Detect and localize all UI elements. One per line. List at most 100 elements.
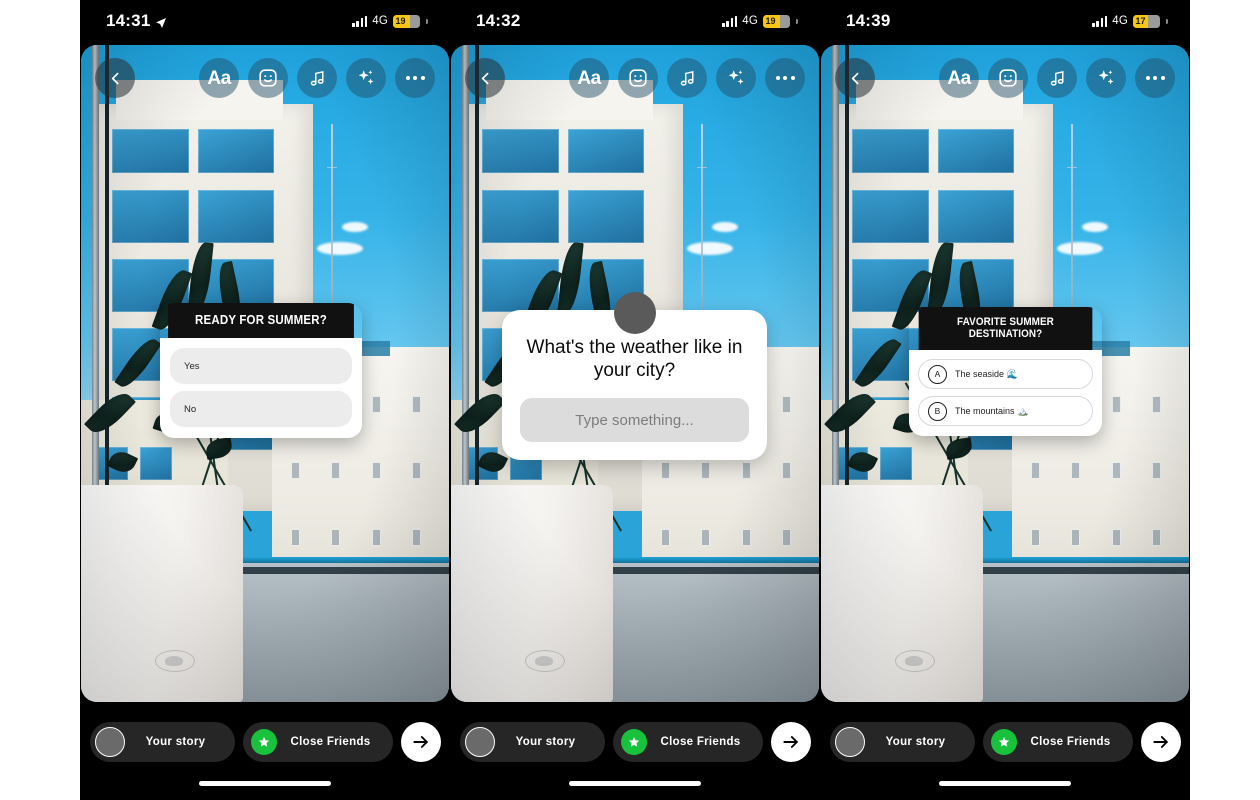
quiz-sticker[interactable]: FAVORITE SUMMER DESTINATION? A The seasi… (909, 307, 1102, 436)
your-story-label: Your story (515, 736, 576, 748)
status-bar: 14:39 4G 17 (820, 0, 1190, 42)
battery-nub-icon (1166, 18, 1168, 24)
cloud (686, 242, 733, 256)
cellular-signal-icon (352, 15, 368, 27)
phone-screens-row: 14:31 4G 19 Aa READY FOR SUMMER? Yes No … (80, 0, 1190, 800)
close-friends-star-icon (621, 729, 647, 755)
toolbar-actions: Aa (569, 58, 805, 98)
cellular-signal-icon (722, 15, 738, 27)
pot-logo (524, 649, 565, 672)
battery-indicator: 19 (763, 14, 790, 28)
close-friends-label: Close Friends (290, 736, 371, 748)
your-story-button[interactable]: Your story (460, 722, 605, 762)
text-tool-icon[interactable]: Aa (569, 58, 609, 98)
story-canvas[interactable]: Aa (81, 45, 449, 702)
status-time: 14:32 (476, 11, 521, 30)
battery-indicator: 19 (393, 14, 420, 28)
story-canvas[interactable]: Aa (451, 45, 819, 702)
share-bar: Your story Close Friends (820, 720, 1190, 764)
story-canvas[interactable]: Aa (821, 45, 1189, 702)
chevron-left-icon (111, 72, 118, 84)
sparkles-icon[interactable] (716, 58, 756, 98)
location-arrow-icon (155, 14, 167, 28)
poll-option-yes[interactable]: Yes (170, 348, 352, 384)
avatar (835, 727, 865, 757)
status-time: 14:39 (846, 11, 891, 30)
close-friends-button[interactable]: Close Friends (983, 722, 1133, 762)
quiz-option-letter: A (928, 364, 947, 384)
text-tool-label: Aa (947, 67, 971, 89)
antenna-mast (327, 123, 338, 321)
more-dots (1145, 76, 1165, 80)
status-bar-left: 14:39 (846, 11, 890, 31)
music-note-icon[interactable] (667, 58, 707, 98)
more-options-icon[interactable] (395, 58, 435, 98)
send-button[interactable] (1141, 722, 1181, 762)
music-note-icon[interactable] (1037, 58, 1077, 98)
status-bar-right: 4G 19 (722, 14, 798, 28)
text-tool-icon[interactable]: Aa (199, 58, 239, 98)
battery-nub-icon (796, 18, 798, 24)
poll-options: Yes No (160, 338, 362, 438)
music-note-icon[interactable] (297, 58, 337, 98)
poll-option-no[interactable]: No (170, 391, 352, 427)
back-button[interactable] (465, 58, 505, 98)
editor-toolbar: Aa (81, 55, 449, 101)
close-friends-label: Close Friends (1030, 736, 1111, 748)
question-sticker[interactable]: What's the weather like in your city? Ty… (502, 292, 767, 461)
status-bar: 14:32 4G 19 (450, 0, 820, 42)
chevron-left-icon (481, 72, 488, 84)
your-story-label: Your story (885, 736, 946, 748)
send-button[interactable] (401, 722, 441, 762)
network-type-label: 4G (742, 15, 758, 27)
more-options-icon[interactable] (765, 58, 805, 98)
status-bar: 14:31 4G 19 (80, 0, 450, 42)
close-friends-button[interactable]: Close Friends (613, 722, 763, 762)
phone-screen-question: 14:32 4G 19 Aa What's the weather like i… (450, 0, 820, 800)
sparkles-icon[interactable] (346, 58, 386, 98)
profile-avatar (613, 292, 656, 334)
antenna-mast (1067, 123, 1078, 321)
arrow-right-icon (413, 736, 428, 748)
question-answer-input[interactable]: Type something... (520, 398, 749, 443)
your-story-button[interactable]: Your story (830, 722, 975, 762)
status-bar-right: 4G 19 (352, 14, 428, 28)
sticker-icon[interactable] (988, 58, 1028, 98)
back-button[interactable] (835, 58, 875, 98)
status-bar-left: 14:32 (476, 11, 520, 31)
avatar (465, 727, 495, 757)
close-friends-button[interactable]: Close Friends (243, 722, 393, 762)
back-button[interactable] (95, 58, 135, 98)
close-friends-star-icon (991, 729, 1017, 755)
sticker-icon[interactable] (248, 58, 288, 98)
cloud (316, 242, 363, 256)
your-story-button[interactable]: Your story (90, 722, 235, 762)
share-bar: Your story Close Friends (450, 720, 820, 764)
text-tool-label: Aa (207, 67, 231, 89)
quiz-option-letter: B (928, 401, 947, 421)
arrow-right-icon (1153, 736, 1168, 748)
pot-logo (154, 649, 195, 672)
home-indicator (569, 781, 701, 786)
quiz-option-label: The seaside 🌊 (955, 368, 1018, 379)
battery-indicator: 17 (1133, 14, 1160, 28)
poll-sticker[interactable]: READY FOR SUMMER? Yes No (160, 303, 362, 438)
quiz-option-b[interactable]: B The mountains 🏔️ (918, 396, 1093, 426)
close-friends-star-icon (251, 729, 277, 755)
text-tool-icon[interactable]: Aa (939, 58, 979, 98)
quiz-option-a[interactable]: A The seaside 🌊 (918, 359, 1093, 389)
question-title: What's the weather like in your city? (526, 337, 743, 382)
sparkles-icon[interactable] (1086, 58, 1126, 98)
chevron-left-icon (851, 72, 858, 84)
network-type-label: 4G (1112, 15, 1128, 27)
avatar (95, 727, 125, 757)
sticker-icon[interactable] (618, 58, 658, 98)
send-button[interactable] (771, 722, 811, 762)
quiz-title: FAVORITE SUMMER DESTINATION? (918, 307, 1093, 350)
text-tool-label: Aa (577, 67, 601, 89)
more-options-icon[interactable] (1135, 58, 1175, 98)
phone-screen-poll: 14:31 4G 19 Aa READY FOR SUMMER? Yes No … (80, 0, 450, 800)
phone-screen-quiz: 14:39 4G 17 Aa FAVORITE SUMMER DESTINATI… (820, 0, 1190, 800)
battery-percent-label: 19 (765, 15, 776, 26)
plant-pot (821, 485, 983, 702)
